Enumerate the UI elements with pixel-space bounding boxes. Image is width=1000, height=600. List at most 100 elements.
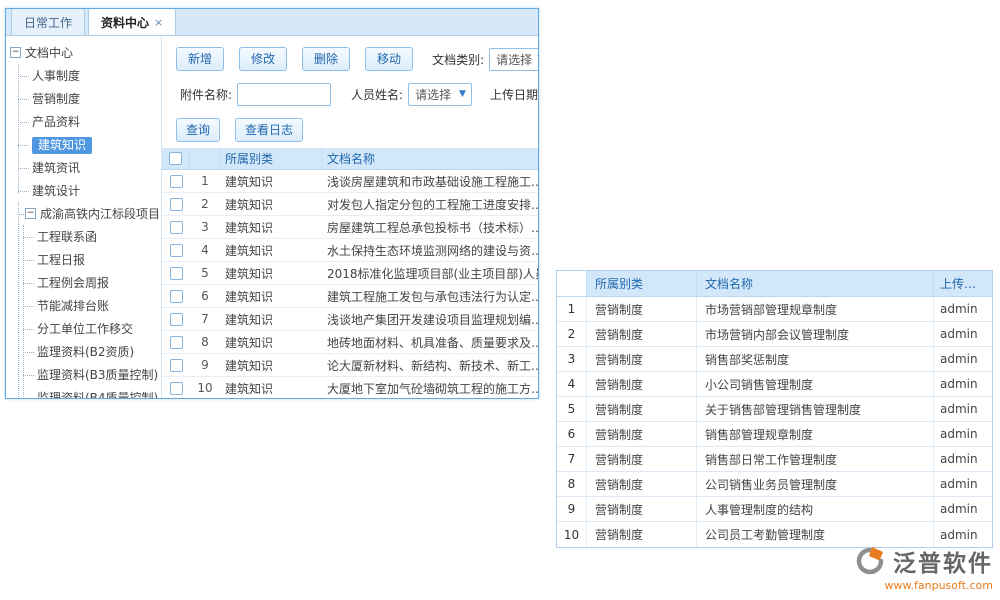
toolbar-filters: 附件名称: 人员姓名: 请选择 ▼ 上传日期 xyxy=(162,82,538,106)
tree-item[interactable]: 工程联系函 xyxy=(20,225,159,248)
row-checkbox[interactable] xyxy=(170,221,183,234)
checkbox-cell xyxy=(162,244,190,257)
tree-item[interactable]: 营销制度 xyxy=(15,87,159,110)
row-checkbox[interactable] xyxy=(170,198,183,211)
table-row[interactable]: 8营销制度公司销售业务员管理制度admin xyxy=(557,472,992,497)
row-number: 5 xyxy=(190,266,220,280)
tree-item[interactable]: 监理资料(B4质量控制) xyxy=(20,386,159,399)
row-number: 7 xyxy=(190,312,220,326)
row-doc-name: 市场营销内部会议管理制度 xyxy=(697,322,934,346)
tree-item[interactable]: 建筑设计 xyxy=(15,179,159,202)
row-doc-name: 人事管理制度的结构 xyxy=(697,497,934,521)
tree-item[interactable]: 节能减排台账 xyxy=(20,294,159,317)
table-row[interactable]: 5营销制度关于销售部管理销售管理制度admin xyxy=(557,397,992,422)
row-doc-name: 市场营销部管理规章制度 xyxy=(697,297,934,321)
row-category: 建筑知识 xyxy=(220,173,322,190)
tree-item[interactable]: 监理资料(B3质量控制) xyxy=(20,363,159,386)
row-category: 建筑知识 xyxy=(220,334,322,351)
checkbox-cell xyxy=(162,175,190,188)
row-category: 营销制度 xyxy=(587,397,697,421)
row-checkbox[interactable] xyxy=(170,382,183,395)
move-button[interactable]: 移动 xyxy=(365,47,413,71)
select-all-cell xyxy=(162,148,190,169)
tree-item[interactable]: 工程例会周报 xyxy=(20,271,159,294)
table-row[interactable]: 1建筑知识浅谈房屋建筑和市政基础设施工程施工… xyxy=(162,170,538,193)
row-doc-name: 建筑工程施工发包与承包违法行为认定… xyxy=(322,288,538,305)
table-row[interactable]: 10建筑知识大厦地下室加气砼墙砌筑工程的施工方… xyxy=(162,377,538,399)
table-row[interactable]: 9营销制度人事管理制度的结构admin xyxy=(557,497,992,522)
tree-node-document-center[interactable]: − 文档中心 xyxy=(10,41,159,64)
tree-item[interactable]: 产品资料 xyxy=(15,110,159,133)
tree-item-label: 节能减排台账 xyxy=(37,299,109,313)
table-row[interactable]: 3营销制度销售部奖惩制度admin xyxy=(557,347,992,372)
window-body: − 文档中心 人事制度营销制度产品资料建筑知识建筑资讯建筑设计 − 成渝高铁内江… xyxy=(6,36,538,399)
row-doc-name: 小公司销售管理制度 xyxy=(697,372,934,396)
person-name-select[interactable]: 请选择 ▼ xyxy=(408,83,472,106)
row-checkbox[interactable] xyxy=(170,244,183,257)
tree-item[interactable]: 监理资料(B2资质) xyxy=(20,340,159,363)
row-category: 建筑知识 xyxy=(220,357,322,374)
table-row[interactable]: 7建筑知识浅谈地产集团开发建设项目监理规划编… xyxy=(162,308,538,331)
view-log-button[interactable]: 查看日志 xyxy=(235,118,303,142)
select-all-checkbox[interactable] xyxy=(169,152,182,165)
document-table-header: 所属别类 文档名称 xyxy=(162,148,538,170)
tab-daily-work[interactable]: 日常工作 xyxy=(11,8,85,35)
table-row[interactable]: 5建筑知识2018标准化监理项目部(业主项目部)人员… xyxy=(162,262,538,285)
add-button[interactable]: 新增 xyxy=(176,47,224,71)
row-category: 建筑知识 xyxy=(220,311,322,328)
tree-item[interactable]: 工程日报 xyxy=(20,248,159,271)
table-row[interactable]: 6营销制度销售部管理规章制度admin xyxy=(557,422,992,447)
checkbox-cell xyxy=(162,198,190,211)
tree-node-label: 文档中心 xyxy=(25,44,73,61)
tree-item[interactable]: 建筑知识 xyxy=(15,133,159,156)
tab-bar: 日常工作 资料中心 × xyxy=(6,9,538,36)
row-number: 7 xyxy=(557,447,587,471)
row-checkbox[interactable] xyxy=(170,359,183,372)
close-icon[interactable]: × xyxy=(154,16,163,29)
attachment-name-input[interactable] xyxy=(237,83,331,106)
table-row[interactable]: 8建筑知识地砖地面材料、机具准备、质量要求及… xyxy=(162,331,538,354)
row-doc-name: 地砖地面材料、机具准备、质量要求及… xyxy=(322,334,538,351)
table-row[interactable]: 4建筑知识水土保持生态环境监测网络的建设与资… xyxy=(162,239,538,262)
row-category: 建筑知识 xyxy=(220,242,322,259)
category-column-header: 所属别类 xyxy=(220,148,322,169)
row-checkbox[interactable] xyxy=(170,175,183,188)
row-category: 建筑知识 xyxy=(220,288,322,305)
doc-category-label: 文档类别: xyxy=(432,51,484,68)
row-checkbox[interactable] xyxy=(170,313,183,326)
table-row[interactable]: 6建筑知识建筑工程施工发包与承包违法行为认定… xyxy=(162,285,538,308)
table-row[interactable]: 1营销制度市场营销部管理规章制度admin xyxy=(557,297,992,322)
table-row[interactable]: 2营销制度市场营销内部会议管理制度admin xyxy=(557,322,992,347)
row-number: 1 xyxy=(190,174,220,188)
tree-item-label: 工程联系函 xyxy=(37,230,97,244)
table-row[interactable]: 3建筑知识房屋建筑工程总承包投标书（技术标）… xyxy=(162,216,538,239)
row-number: 6 xyxy=(557,422,587,446)
tree-item[interactable]: 建筑资讯 xyxy=(15,156,159,179)
table-row[interactable]: 2建筑知识对发包人指定分包的工程施工进度安排… xyxy=(162,193,538,216)
tree-item[interactable]: 人事制度 xyxy=(15,64,159,87)
tree-item-label: 分工单位工作移交 xyxy=(37,322,133,336)
fanpu-logo-icon xyxy=(853,546,887,576)
doc-category-select[interactable]: 请选择 ▼ xyxy=(489,48,538,71)
tree-item[interactable]: 分工单位工作移交 xyxy=(20,317,159,340)
table-row[interactable]: 4营销制度小公司销售管理制度admin xyxy=(557,372,992,397)
row-checkbox[interactable] xyxy=(170,290,183,303)
row-doc-name: 论大厦新材料、新结构、新技术、新工… xyxy=(322,357,538,374)
row-checkbox[interactable] xyxy=(170,267,183,280)
row-checkbox[interactable] xyxy=(170,336,183,349)
project-branch: − 成渝高铁内江标段项目 工程联系函工程日报工程例会周报节能减排台账分工单位工作… xyxy=(15,202,159,399)
checkbox-cell xyxy=(162,221,190,234)
table-row[interactable]: 7营销制度销售部日常工作管理制度admin xyxy=(557,447,992,472)
delete-button[interactable]: 删除 xyxy=(302,47,350,71)
tree-node-project[interactable]: − 成渝高铁内江标段项目 xyxy=(15,202,159,225)
toolbar-actions: 新增 修改 删除 移动 文档类别: 请选择 ▼ 文档 xyxy=(162,47,538,71)
tab-data-center[interactable]: 资料中心 × xyxy=(88,8,176,35)
document-center-children: 人事制度营销制度产品资料建筑知识建筑资讯建筑设计 xyxy=(15,64,159,202)
row-doc-name: 对发包人指定分包的工程施工进度安排… xyxy=(322,196,538,213)
query-button[interactable]: 查询 xyxy=(176,118,220,142)
table-row[interactable]: 9建筑知识论大厦新材料、新结构、新技术、新工… xyxy=(162,354,538,377)
edit-button[interactable]: 修改 xyxy=(239,47,287,71)
tree-item-label: 建筑知识 xyxy=(32,137,92,154)
collapse-icon[interactable]: − xyxy=(25,208,36,219)
collapse-icon[interactable]: − xyxy=(10,47,21,58)
